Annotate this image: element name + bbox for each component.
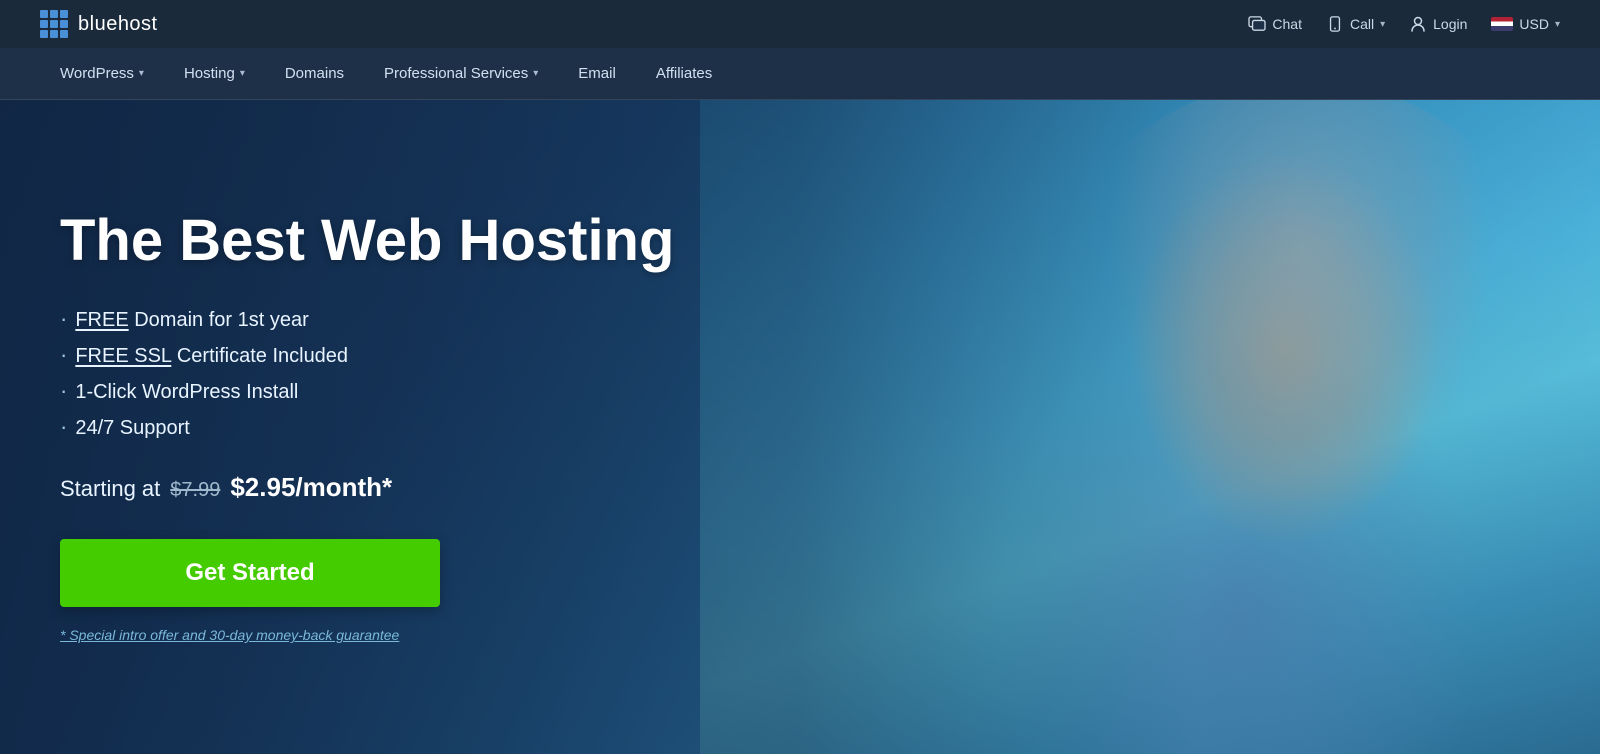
nav-item-email[interactable]: Email [558, 48, 636, 100]
feature-text-2: Certificate Included [171, 345, 348, 367]
nav-item-affiliates[interactable]: Affiliates [636, 48, 732, 100]
hosting-chevron-icon: ▾ [240, 68, 245, 79]
professional-services-chevron-icon: ▾ [533, 68, 538, 79]
logo-area[interactable]: bluehost [40, 10, 158, 38]
feature-support: · 24/7 Support [60, 416, 674, 440]
call-link[interactable]: Call ▾ [1326, 15, 1385, 33]
feature-text-4: 24/7 Support [75, 417, 190, 440]
brand-name: bluehost [78, 13, 158, 36]
top-bar: bluehost Chat Call ▾ [0, 0, 1600, 48]
hero-title: The Best Web Hosting [60, 209, 674, 273]
login-link[interactable]: Login [1409, 15, 1467, 33]
nav-hosting-label: Hosting [184, 65, 235, 82]
pricing-row: Starting at $7.99 $2.95/month* [60, 472, 674, 503]
bullet-icon-3: · [60, 380, 67, 402]
feature-free-ssl: · FREE SSL Certificate Included [60, 344, 674, 368]
feature-free-domain: · FREE Domain for 1st year [60, 308, 674, 332]
nav-domains-label: Domains [285, 65, 344, 82]
nav-wordpress-label: WordPress [60, 65, 134, 82]
hero-section: The Best Web Hosting · FREE Domain for 1… [0, 100, 1600, 754]
nav-item-hosting[interactable]: Hosting ▾ [164, 48, 265, 100]
nav-item-wordpress[interactable]: WordPress ▾ [40, 48, 164, 100]
bullet-icon-2: · [60, 344, 67, 366]
new-price: $2.95/month* [230, 472, 392, 503]
currency-label: USD [1519, 16, 1549, 32]
hero-features-list: · FREE Domain for 1st year · FREE SSL Ce… [60, 308, 674, 440]
call-label: Call [1350, 16, 1374, 32]
old-price: $7.99 [170, 479, 220, 502]
phone-icon [1326, 15, 1344, 33]
user-icon [1409, 15, 1427, 33]
feature-wordpress-install: · 1-Click WordPress Install [60, 380, 674, 404]
nav-professional-services-label: Professional Services [384, 65, 528, 82]
currency-chevron-icon: ▾ [1555, 19, 1560, 30]
feature-highlight-1: FREE [75, 309, 128, 331]
wordpress-chevron-icon: ▾ [139, 68, 144, 79]
login-label: Login [1433, 16, 1467, 32]
nav-email-label: Email [578, 65, 616, 82]
feature-highlight-2: FREE SSL [75, 345, 171, 367]
chat-icon [1248, 15, 1266, 33]
feature-text-3: 1-Click WordPress Install [75, 381, 298, 404]
hero-content: The Best Web Hosting · FREE Domain for 1… [0, 209, 734, 646]
flag-icon [1491, 17, 1513, 31]
chat-label: Chat [1272, 16, 1302, 32]
get-started-button[interactable]: Get Started [60, 539, 440, 607]
top-bar-right: Chat Call ▾ Login USD ▾ [1248, 15, 1560, 33]
bullet-icon-1: · [60, 308, 67, 330]
chat-link[interactable]: Chat [1248, 15, 1302, 33]
nav-affiliates-label: Affiliates [656, 65, 712, 82]
main-nav: WordPress ▾ Hosting ▾ Domains Profession… [0, 48, 1600, 100]
call-chevron-icon: ▾ [1380, 19, 1385, 30]
nav-item-professional-services[interactable]: Professional Services ▾ [364, 48, 558, 100]
currency-selector[interactable]: USD ▾ [1491, 16, 1560, 32]
pricing-prefix: Starting at [60, 476, 160, 502]
nav-item-domains[interactable]: Domains [265, 48, 364, 100]
bullet-icon-4: · [60, 416, 67, 438]
feature-text-1: Domain for 1st year [129, 309, 309, 331]
disclaimer-link[interactable]: * Special intro offer and 30-day money-b… [60, 627, 399, 643]
logo-grid-icon [40, 10, 68, 38]
